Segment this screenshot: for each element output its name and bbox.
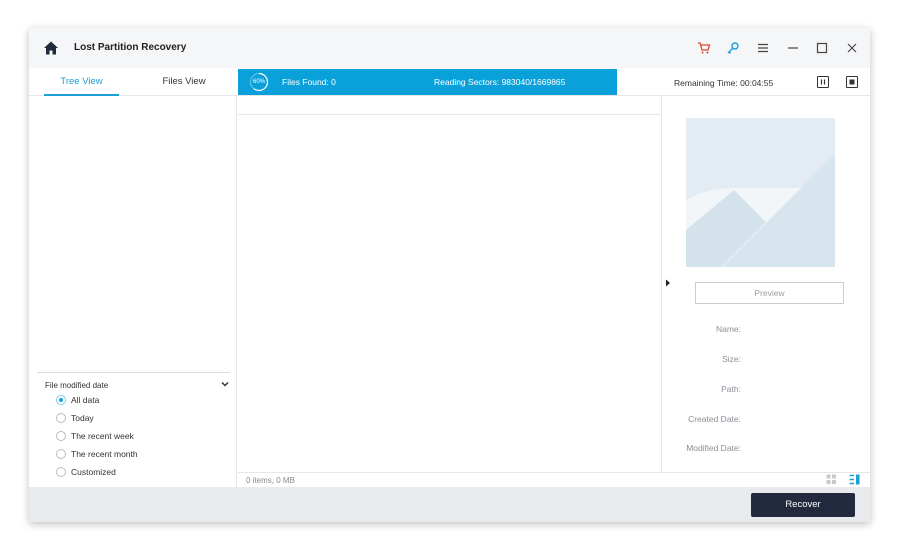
radio-button[interactable] xyxy=(56,395,66,405)
key-icon[interactable] xyxy=(724,39,742,57)
filter-option-customized[interactable]: Customized xyxy=(56,465,116,479)
modified-date-label: Modified Date: xyxy=(686,443,741,453)
reading-sectors: Reading Sectors: 983040/1669865 xyxy=(434,77,566,87)
filter-heading: File modified date xyxy=(45,381,109,390)
progress-percent: 60% xyxy=(252,79,265,85)
close-icon[interactable] xyxy=(843,39,861,57)
file-list-panel[interactable] xyxy=(238,96,662,472)
filter-option-recent-month[interactable]: The recent month xyxy=(56,447,138,461)
menu-icon[interactable] xyxy=(754,39,772,57)
tab-files-view[interactable]: Files View xyxy=(139,68,229,96)
minimize-icon[interactable] xyxy=(784,39,802,57)
items-count: 0 items, 0 MB xyxy=(246,476,295,485)
stop-icon[interactable] xyxy=(846,76,858,88)
radio-button[interactable] xyxy=(56,467,66,477)
app-title: Lost Partition Recovery xyxy=(74,42,187,53)
date-filter: File modified date All data Today The re… xyxy=(37,372,230,486)
pause-icon[interactable] xyxy=(817,76,829,88)
file-list-header xyxy=(238,96,662,115)
filter-option-today[interactable]: Today xyxy=(56,411,94,425)
recover-button[interactable]: Recover xyxy=(751,493,855,517)
name-label: Name: xyxy=(715,324,741,334)
tree-panel: File modified date All data Today The re… xyxy=(29,96,237,487)
status-bar: 0 items, 0 MB xyxy=(238,472,870,487)
grid-view-icon[interactable] xyxy=(826,474,837,485)
title-bar: Lost Partition Recovery xyxy=(29,28,870,68)
radio-button[interactable] xyxy=(56,413,66,423)
bottom-bar: Recover xyxy=(29,487,870,522)
tab-tree-view[interactable]: Tree View xyxy=(44,68,119,96)
preview-thumbnail xyxy=(686,118,835,267)
cart-icon[interactable] xyxy=(695,39,713,57)
maximize-icon[interactable] xyxy=(813,39,831,57)
created-date-label: Created Date: xyxy=(688,414,741,424)
filter-option-all-data[interactable]: All data xyxy=(56,393,99,407)
radio-button[interactable] xyxy=(56,449,66,459)
path-label: Path: xyxy=(721,384,741,394)
detail-view-icon[interactable] xyxy=(849,474,860,485)
filter-option-recent-week[interactable]: The recent week xyxy=(56,429,134,443)
app-window: Lost Partition Recovery Tree View Files … xyxy=(29,28,870,522)
radio-button[interactable] xyxy=(56,431,66,441)
home-icon[interactable] xyxy=(43,40,59,56)
expand-arrow-icon[interactable] xyxy=(665,279,671,287)
size-label: Size: xyxy=(722,354,741,364)
chevron-down-icon[interactable] xyxy=(221,380,229,388)
scan-progress-bar: 60% Files Found: 0 Reading Sectors: 9830… xyxy=(238,69,617,95)
remaining-time: Remaining Time: 00:04:55 xyxy=(674,78,774,88)
files-found: Files Found: 0 xyxy=(282,77,336,87)
preview-button[interactable]: Preview xyxy=(695,282,844,304)
